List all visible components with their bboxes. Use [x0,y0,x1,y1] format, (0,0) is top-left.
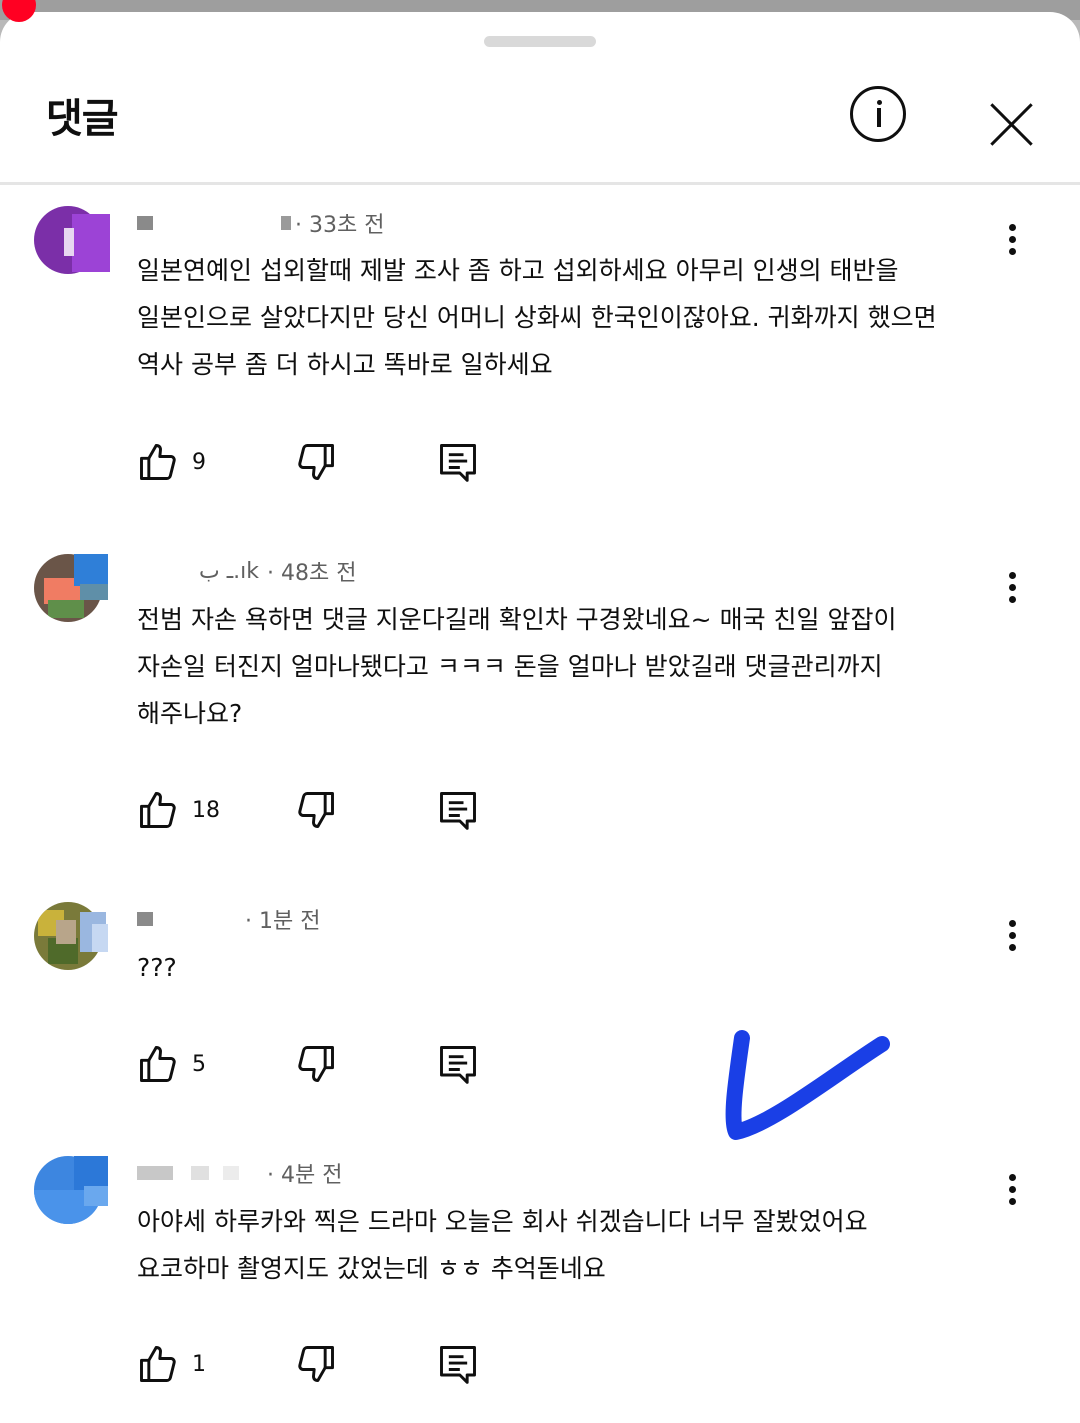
comment-actions: 5 [130,1042,550,1094]
drag-handle[interactable] [484,36,596,47]
thumbs-down-icon[interactable] [294,440,346,492]
like-count: 1 [192,1352,206,1377]
thumbs-down-icon[interactable] [294,1042,346,1094]
comment-text: 전범 자손 욕하면 댓글 지운다길래 확인차 구경왔네요~ 매국 친일 앞잡이 … [137,605,897,728]
comments-header: 댓글 [0,64,1080,182]
thumbs-down-icon[interactable] [294,788,346,840]
avatar[interactable] [34,1156,110,1232]
comment-meta: ـ ب.ık · 48초 전 [137,556,357,587]
thumbs-up-icon[interactable] [136,1042,188,1094]
like-count: 9 [192,450,206,475]
header-divider [0,182,1080,185]
reply-comment-icon[interactable] [436,1342,488,1394]
more-vertical-icon[interactable] [1000,1170,1026,1210]
comment-actions: 18 [130,788,550,840]
avatar[interactable] [34,554,110,630]
thumbs-up-icon[interactable] [136,1342,188,1394]
comment-time: · 33초 전 [295,213,385,238]
comment-time: · 4분 전 [267,1163,343,1188]
more-vertical-icon[interactable] [1000,220,1026,260]
like-count: 18 [192,798,220,823]
thumbs-down-icon[interactable] [294,1342,346,1394]
comment-meta: · 33초 전 [137,208,384,238]
close-icon[interactable] [984,98,1040,154]
comment-time: · 1분 전 [245,909,321,934]
comment-text: 일본연예인 섭외할때 제발 조사 좀 하고 섭외하세요 아무리 인생의 태반을 … [137,256,937,379]
reply-comment-icon[interactable] [436,788,488,840]
thumbs-up-icon[interactable] [136,440,188,492]
more-vertical-icon[interactable] [1000,916,1026,956]
avatar[interactable] [34,206,110,282]
reply-comment-icon[interactable] [436,440,488,492]
comment-time: · 48초 전 [267,561,357,586]
panel-title: 댓글 [46,96,119,142]
comment-actions: 1 [130,1342,550,1394]
comment-meta: · 4분 전 [137,1158,342,1188]
more-vertical-icon[interactable] [1000,568,1026,608]
comments-sheet: 댓글 · 33초 전 일본연예인 섭외할때 제발 조사 좀 하고 섭외하세요 아… [0,12,1080,1423]
reply-comment-icon[interactable] [436,1042,488,1094]
thumbs-up-icon[interactable] [136,788,188,840]
comment-text: 아야세 하루카와 찍은 드라마 오늘은 회사 쉬겠습니다 너무 잘봤었어요 요코… [137,1207,868,1283]
comment-text: ??? [137,953,177,982]
comment-actions: 9 [130,440,550,492]
like-count: 5 [192,1052,206,1077]
info-icon[interactable] [850,86,906,142]
author-name-fragment[interactable]: ـ ب.ık [199,559,259,584]
comment-meta: · 1분 전 [137,904,320,934]
avatar[interactable] [34,902,110,978]
